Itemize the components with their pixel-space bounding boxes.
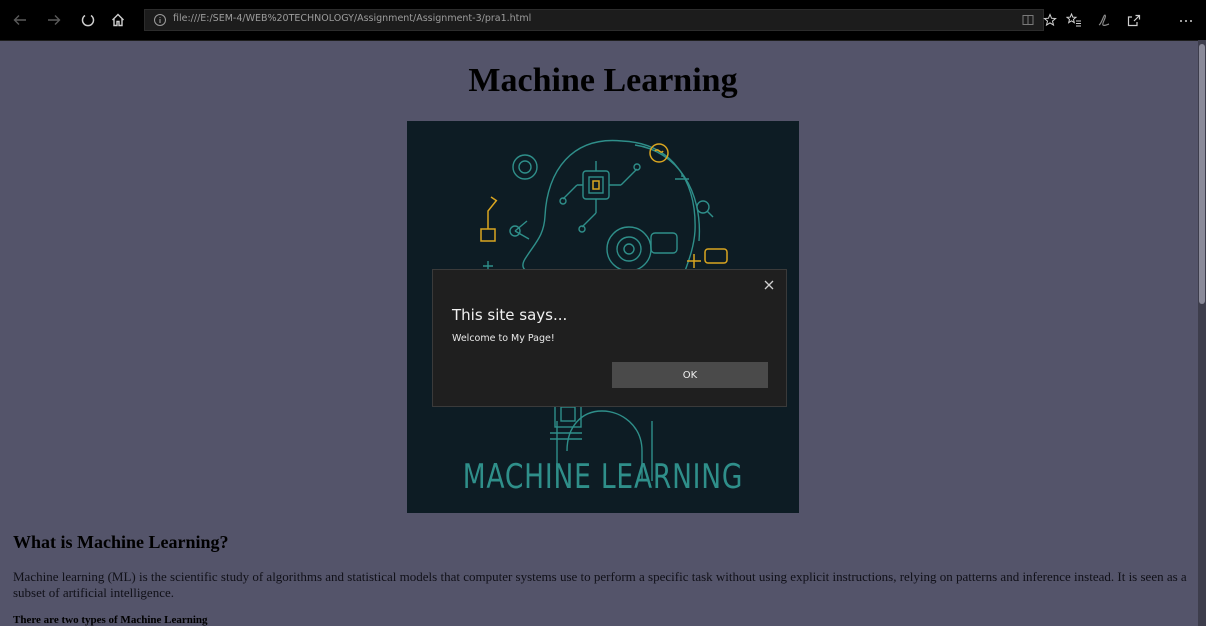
refresh-icon[interactable] <box>78 10 98 30</box>
pen-icon[interactable] <box>1094 10 1114 30</box>
info-icon[interactable] <box>153 13 167 27</box>
types-line: There are two types of Machine Learning <box>13 614 208 626</box>
ml-description: Machine learning (ML) is the scientific … <box>13 569 1187 600</box>
image-caption: MACHINE LEARNING <box>462 457 744 497</box>
url-text[interactable]: file:///E:/SEM-4/WEB%20TECHNOLOGY/Assign… <box>173 13 531 24</box>
ok-button[interactable]: OK <box>612 362 768 388</box>
forward-icon[interactable] <box>44 10 64 30</box>
favorites-icon[interactable] <box>1064 10 1084 30</box>
home-icon[interactable] <box>108 10 128 30</box>
browser-toolbar: file:///E:/SEM-4/WEB%20TECHNOLOGY/Assign… <box>0 0 1206 41</box>
page-title: Machine Learning <box>468 62 738 99</box>
close-icon[interactable] <box>762 278 776 292</box>
dialog-message: Welcome to My Page! <box>452 333 555 344</box>
alert-dialog: This site says... Welcome to My Page! OK <box>432 269 787 407</box>
reading-view-icon[interactable] <box>1021 13 1035 27</box>
dialog-title: This site says... <box>452 306 568 324</box>
address-bar[interactable]: file:///E:/SEM-4/WEB%20TECHNOLOGY/Assign… <box>144 9 1057 31</box>
back-icon[interactable] <box>10 10 30 30</box>
section-heading: What is Machine Learning? <box>13 532 229 552</box>
more-icon[interactable] <box>1176 10 1196 30</box>
share-icon[interactable] <box>1124 10 1144 30</box>
favorite-star-icon[interactable] <box>1043 13 1057 27</box>
